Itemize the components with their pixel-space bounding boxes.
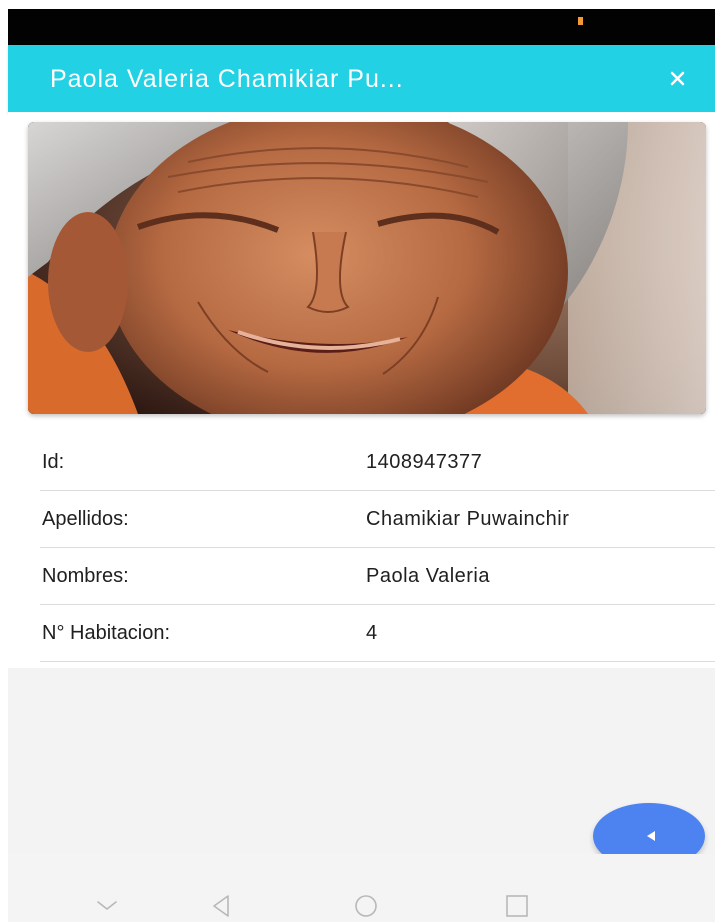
resident-detail-screen: Paola Valeria Chamikiar Pu... Id: 140894… [0,0,715,922]
nav-home-button[interactable] [351,891,381,921]
status-bar [8,9,715,45]
detail-label-habitacion: N° Habitacion: [42,622,171,644]
resident-details: Id: 1408947377 Apellidos: Chamikiar Puwa… [40,434,715,662]
detail-row-apellidos: Apellidos: Chamikiar Puwainchir [40,491,715,548]
close-button[interactable] [661,61,695,95]
detail-row-id: Id: 1408947377 [40,434,715,491]
detail-row-nombres: Nombres: Paola Valeria [40,548,715,605]
system-nav-bar [8,854,715,922]
resident-photo [28,122,706,414]
detail-value-habitacion: 4 [366,622,378,644]
chevron-down-icon [97,901,117,910]
portrait-image [28,122,706,414]
nav-hide-keyboard-button[interactable] [92,891,122,921]
notification-indicator [578,17,583,25]
detail-value-apellidos: Chamikiar Puwainchir [366,508,570,530]
detail-value-id: 1408947377 [366,451,483,473]
nav-back-button[interactable] [207,891,237,921]
play-back-icon [647,831,655,841]
detail-value-nombres: Paola Valeria [366,565,490,587]
home-icon [355,895,377,917]
detail-row-habitacion: N° Habitacion: 4 [40,605,715,662]
detail-label-id: Id: [42,451,65,473]
recents-icon [506,895,528,917]
nav-recents-button[interactable] [502,891,532,921]
detail-label-apellidos: Apellidos: [42,508,129,530]
detail-label-nombres: Nombres: [42,565,129,587]
close-icon [670,71,685,86]
back-icon [213,895,229,917]
page-title: Paola Valeria Chamikiar Pu... [50,65,404,93]
app-bar: Paola Valeria Chamikiar Pu... [8,45,715,112]
